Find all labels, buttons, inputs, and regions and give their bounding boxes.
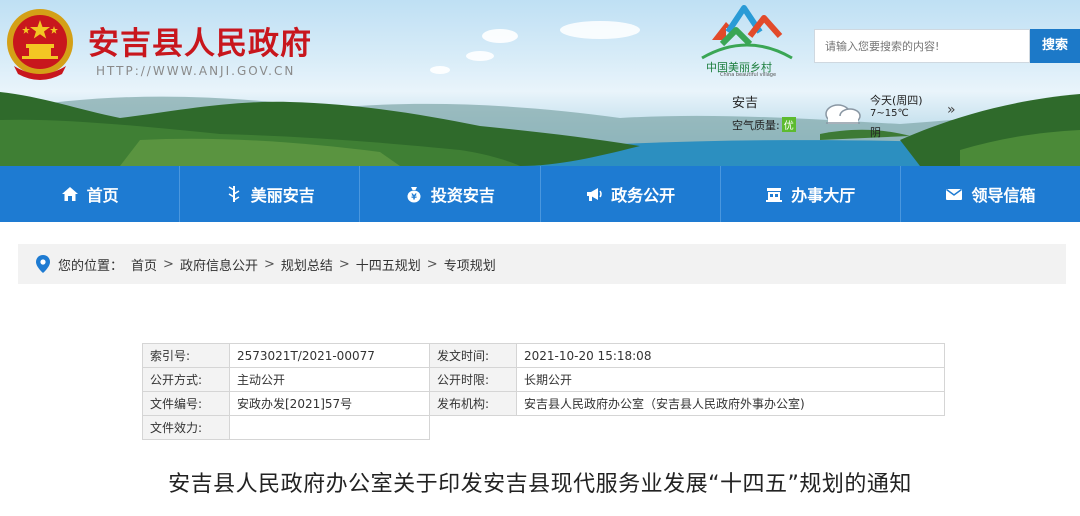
date-label: 发文时间: bbox=[429, 343, 517, 368]
weather-more-icon[interactable]: » bbox=[947, 102, 956, 118]
national-emblem-logo[interactable] bbox=[4, 6, 76, 82]
beautiful-village-logo[interactable]: 中国美丽乡村 China beautiful village bbox=[698, 2, 796, 80]
nav-item-label: 美丽安吉 bbox=[250, 186, 315, 205]
table-row: 公开方式: 主动公开 公开时限: 长期公开 bbox=[142, 367, 945, 392]
breadcrumb-separator: > bbox=[426, 256, 438, 272]
nav-item-label: 首页 bbox=[86, 186, 119, 205]
search-button[interactable]: 搜索 bbox=[1030, 29, 1080, 63]
air-quality-label: 空气质量: bbox=[732, 119, 780, 132]
index-label: 索引号: bbox=[142, 343, 230, 368]
megaphone-icon bbox=[585, 185, 603, 203]
breadcrumb-link-gov-info[interactable]: 政府信息公开 bbox=[180, 255, 258, 274]
header-banner: 安吉县人民政府 HTTP://WWW.ANJI.GOV.CN 中国美丽乡村 Ch… bbox=[0, 0, 1080, 166]
nav-item-home[interactable]: 首页 bbox=[0, 166, 181, 222]
term-value: 长期公开 bbox=[516, 367, 945, 392]
svg-text:¥: ¥ bbox=[411, 193, 417, 202]
nav-item-leader-mailbox[interactable]: 领导信箱 bbox=[901, 166, 1080, 222]
table-row: 文件编号: 安政办发[2021]57号 发布机构: 安吉县人民政府办公室（安吉县… bbox=[142, 391, 945, 416]
mode-label: 公开方式: bbox=[142, 367, 230, 392]
main-nav: 首页 美丽安吉 ¥ 投资安吉 政务公开 办事大厅 领导信箱 bbox=[0, 166, 1080, 222]
weather-city: 安吉 bbox=[732, 96, 759, 111]
location-pin-icon bbox=[36, 255, 50, 273]
nav-item-service-hall[interactable]: 办事大厅 bbox=[721, 166, 901, 222]
issuer-label: 发布机构: bbox=[429, 391, 517, 416]
document-title: 安吉县人民政府办公室关于印发安吉县现代服务业发展“十四五”规划的通知 bbox=[168, 472, 912, 497]
nav-item-label: 办事大厅 bbox=[791, 186, 856, 205]
docno-value: 安政办发[2021]57号 bbox=[229, 391, 430, 416]
document-info-table: 索引号: 2573021T/2021-00077 发文时间: 2021-10-2… bbox=[142, 343, 945, 440]
breadcrumb: 您的位置： 首页 > 政府信息公开 > 规划总结 > 十四五规划 > 专项规划 bbox=[18, 244, 1066, 284]
date-value: 2021-10-20 15:18:08 bbox=[516, 343, 945, 368]
breadcrumb-link-special-planning[interactable]: 专项规划 bbox=[444, 255, 496, 274]
nav-item-invest-anji[interactable]: ¥ 投资安吉 bbox=[360, 166, 541, 222]
validity-value bbox=[229, 415, 430, 440]
breadcrumb-link-14th-five-year[interactable]: 十四五规划 bbox=[356, 255, 421, 274]
breadcrumb-prefix: 您的位置： bbox=[58, 258, 124, 274]
home-icon bbox=[61, 185, 79, 203]
bamboo-icon bbox=[225, 185, 243, 203]
nav-item-government-affairs[interactable]: 政务公开 bbox=[541, 166, 721, 222]
term-label: 公开时限: bbox=[429, 367, 517, 392]
index-value: 2573021T/2021-00077 bbox=[229, 343, 430, 368]
breadcrumb-link-home[interactable]: 首页 bbox=[131, 255, 157, 274]
money-bag-icon: ¥ bbox=[405, 185, 423, 203]
empty-cell bbox=[430, 416, 517, 440]
breadcrumb-separator: > bbox=[263, 256, 275, 272]
weather-condition: 阴 bbox=[870, 126, 881, 139]
nav-item-beautiful-anji[interactable]: 美丽安吉 bbox=[180, 166, 361, 222]
table-row: 索引号: 2573021T/2021-00077 发文时间: 2021-10-2… bbox=[142, 343, 945, 368]
breadcrumb-separator: > bbox=[163, 256, 174, 272]
air-quality-badge: 优 bbox=[781, 117, 796, 132]
mode-value: 主动公开 bbox=[229, 367, 430, 392]
empty-cell bbox=[517, 416, 945, 440]
validity-label: 文件效力: bbox=[142, 415, 230, 440]
service-hall-icon bbox=[765, 185, 783, 203]
cloud-icon bbox=[818, 98, 866, 126]
nav-item-label: 领导信箱 bbox=[971, 186, 1036, 205]
envelope-icon bbox=[945, 185, 963, 203]
table-row: 文件效力: bbox=[142, 415, 945, 440]
search-box[interactable] bbox=[814, 29, 1030, 63]
weather-today: 今天(周四) bbox=[870, 94, 923, 107]
weather-temperature: 7~15℃ bbox=[870, 108, 909, 119]
site-title[interactable]: 安吉县人民政府 bbox=[88, 18, 312, 63]
issuer-value: 安吉县人民政府办公室（安吉县人民政府外事办公室) bbox=[516, 391, 945, 416]
village-logo-subtitle: China beautiful village bbox=[720, 72, 777, 78]
site-url[interactable]: HTTP://WWW.ANJI.GOV.CN bbox=[96, 64, 295, 78]
air-quality: 空气质量: 优 bbox=[732, 117, 796, 133]
docno-label: 文件编号: bbox=[142, 391, 230, 416]
search-input[interactable] bbox=[815, 30, 1029, 62]
nav-item-label: 投资安吉 bbox=[430, 186, 495, 205]
nav-item-label: 政务公开 bbox=[611, 186, 676, 205]
breadcrumb-separator: > bbox=[338, 256, 350, 272]
breadcrumb-link-planning-summary[interactable]: 规划总结 bbox=[281, 255, 333, 274]
